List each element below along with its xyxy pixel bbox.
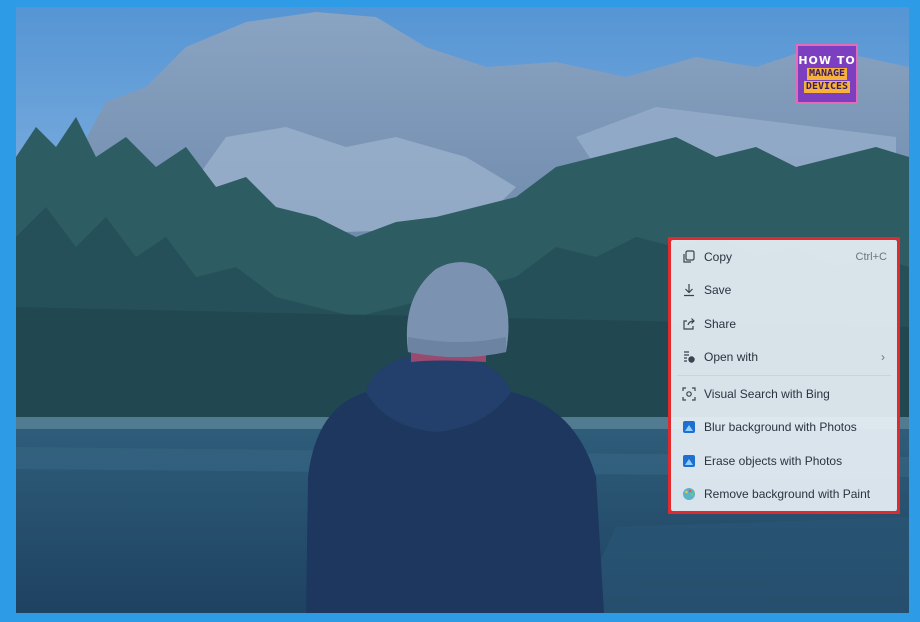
menu-item-label: Save <box>704 283 732 298</box>
menu-item-label: Share <box>704 316 737 331</box>
menu-item-shortcut: Ctrl+C <box>855 250 887 263</box>
menu-separator <box>677 375 891 376</box>
menu-item-label: Remove background with Paint <box>704 487 871 502</box>
menu-item-blur-background[interactable]: Blur background with Photos <box>671 411 897 445</box>
menu-item-remove-background[interactable]: Remove background with Paint <box>671 478 897 512</box>
logo-line-1: HOW TO <box>798 54 856 67</box>
menu-item-label: Erase objects with Photos <box>704 453 843 468</box>
share-icon <box>681 316 697 332</box>
menu-item-label: Visual Search with Bing <box>704 386 830 401</box>
menu-item-label: Blur background with Photos <box>704 420 857 435</box>
menu-item-erase-objects[interactable]: Erase objects with Photos <box>671 444 897 478</box>
photos-icon <box>681 453 697 469</box>
chevron-right-icon: › <box>881 350 885 365</box>
menu-item-save[interactable]: Save <box>671 274 897 308</box>
copy-icon <box>681 249 697 265</box>
logo-line-3: DEVICES <box>803 81 851 93</box>
context-menu: Copy Ctrl+C Save Share Open with › Visua… <box>671 240 897 511</box>
open-with-icon <box>681 349 697 365</box>
download-icon <box>681 282 697 298</box>
logo-line-2: MANAGE <box>806 68 848 80</box>
menu-item-label: Open with <box>704 350 759 365</box>
photos-icon <box>681 419 697 435</box>
paint-icon <box>681 486 697 502</box>
menu-item-open-with[interactable]: Open with › <box>671 341 897 375</box>
menu-item-label: Copy <box>704 249 733 264</box>
howtomanagedevices-logo: HOW TO MANAGE DEVICES <box>796 44 858 104</box>
screenshot-frame: HOW TO MANAGE DEVICES Copy Ctrl+C Save S… <box>0 0 920 622</box>
menu-item-copy[interactable]: Copy Ctrl+C <box>671 240 897 274</box>
visual-search-icon <box>681 386 697 402</box>
menu-item-visual-search[interactable]: Visual Search with Bing <box>671 377 897 411</box>
menu-item-share[interactable]: Share <box>671 307 897 341</box>
